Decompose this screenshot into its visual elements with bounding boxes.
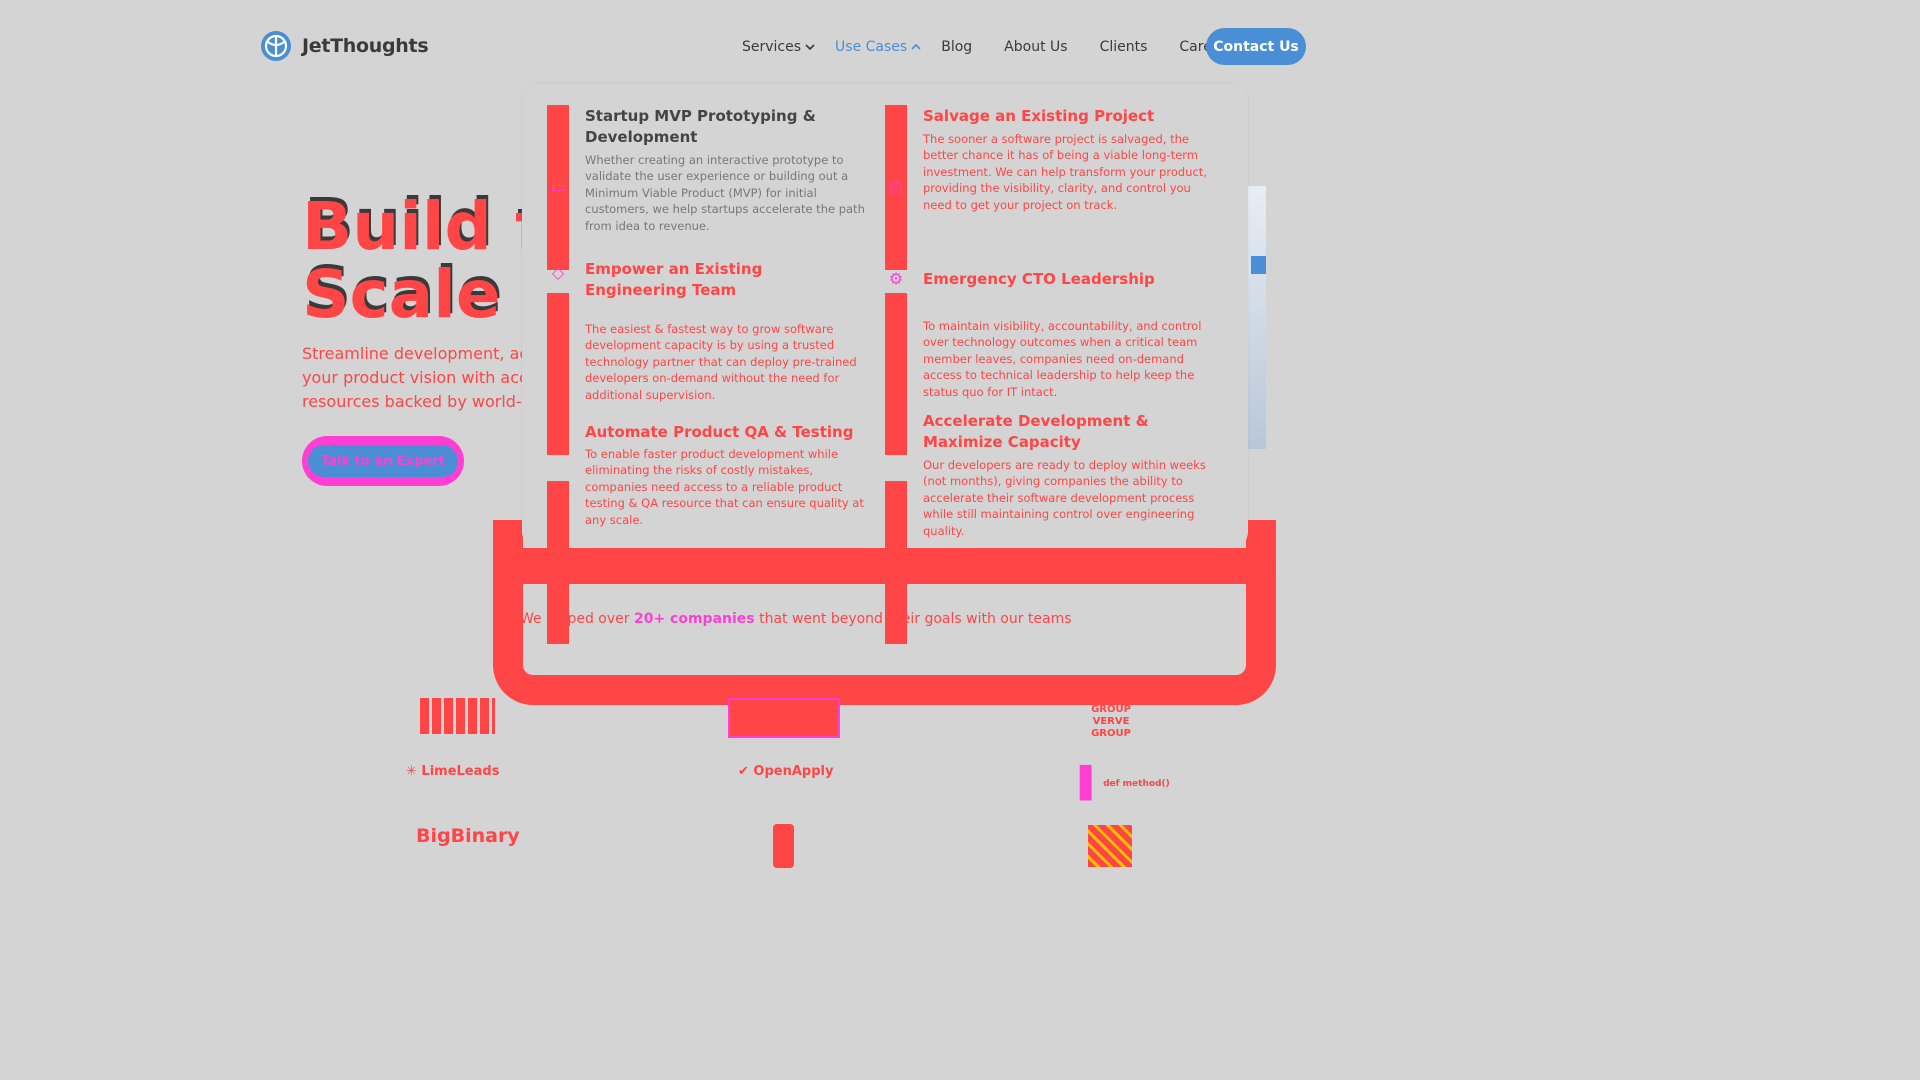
client-logo-defmethod: ▌def method() bbox=[1080, 766, 1170, 801]
nav-about-us[interactable]: About Us bbox=[982, 39, 1077, 55]
client-logo-verve: GROUP VERVE GROUP bbox=[1091, 704, 1131, 739]
chevron-up-icon bbox=[911, 43, 921, 50]
screen-icon: ▭ bbox=[550, 177, 566, 196]
use-case-title: Accelerate Development & Maximize Capaci… bbox=[923, 412, 1149, 451]
client-logo-badge-icon bbox=[728, 698, 840, 738]
use-case-title: Startup MVP Prototyping & Development bbox=[585, 107, 816, 146]
nav-use-cases-label: Use Cases bbox=[835, 38, 908, 55]
nav-services[interactable]: Services bbox=[732, 39, 825, 55]
client-logo-bigbinary: BigBinary bbox=[416, 825, 520, 847]
nav-services-label: Services bbox=[742, 38, 802, 55]
diamond-icon: ◇ bbox=[551, 263, 565, 282]
use-cases-dropdown: ▭ ◇ ◎ ⚙ Startup MVP Prototyping & Develo… bbox=[522, 83, 1248, 644]
globe-icon bbox=[261, 31, 291, 61]
use-case-marker bbox=[885, 481, 907, 644]
client-logo-limeleads: ✳ LimeLeads bbox=[406, 764, 500, 779]
hero-subtitle: Streamline development, acc your product… bbox=[302, 342, 527, 414]
talk-to-expert-button[interactable]: Talk to an Expert bbox=[302, 436, 464, 486]
use-case-description: Whether creating an interactive prototyp… bbox=[585, 153, 865, 233]
hero-title: Build fa Scale s bbox=[302, 193, 532, 333]
hero-image bbox=[1247, 186, 1266, 449]
use-case-title: Empower an Existing Engineering Team bbox=[585, 260, 763, 299]
gear-icon: ⚙ bbox=[888, 269, 904, 288]
hero-subtitle-line2: your product vision with acce bbox=[302, 368, 527, 387]
client-logo-limeleads-label: LimeLeads bbox=[421, 764, 500, 779]
use-case-description: To enable faster product development whi… bbox=[585, 447, 864, 527]
use-case-title: Automate Product QA & Testing bbox=[585, 423, 854, 441]
nav-blog[interactable]: Blog bbox=[931, 39, 982, 55]
client-logo-defmethod-label: def method() bbox=[1103, 779, 1170, 789]
use-case-description: To maintain visibility, accountability, … bbox=[923, 319, 1202, 399]
use-case-marker bbox=[547, 293, 569, 455]
clients-intro-highlight: 20+ companies bbox=[633, 611, 755, 627]
client-logo-phone-icon bbox=[773, 824, 794, 868]
hero-subtitle-line1: Streamline development, acc bbox=[302, 344, 527, 363]
use-case-marker bbox=[547, 481, 569, 644]
nav-use-cases[interactable]: Use Cases bbox=[825, 39, 931, 55]
lifebuoy-icon: ◎ bbox=[889, 177, 903, 196]
site-header: JetThoughts Services Use Cases Blog Abou… bbox=[0, 0, 1568, 92]
use-case-description: Our developers are ready to deploy withi… bbox=[923, 458, 1206, 538]
hero-title-line1: Build fa bbox=[302, 193, 532, 265]
brand-name: JetThoughts bbox=[302, 35, 429, 57]
client-logo-grid-icon bbox=[420, 698, 495, 734]
nav-clients[interactable]: Clients bbox=[1078, 39, 1158, 55]
client-logo-openapply: ✔ OpenApply bbox=[738, 764, 834, 779]
clients-intro-after: that went beyond their goals with our te… bbox=[754, 611, 1072, 627]
talk-to-expert-label: Talk to an Expert bbox=[308, 445, 458, 477]
main-nav: Services Use Cases Blog About Us Clients… bbox=[732, 28, 1243, 65]
use-case-description: The sooner a software project is salvage… bbox=[923, 132, 1207, 212]
use-case-title: Emergency CTO Leadership bbox=[923, 270, 1155, 288]
chevron-down-icon bbox=[805, 43, 815, 50]
client-logo-openapply-label: OpenApply bbox=[753, 764, 834, 779]
clients-intro-before: We helped over bbox=[520, 611, 634, 627]
contact-us-button[interactable]: Contact Us bbox=[1206, 28, 1306, 65]
clients-intro: We helped over 20+ companies that went b… bbox=[520, 611, 1072, 627]
brand-logo[interactable]: JetThoughts bbox=[260, 30, 429, 62]
use-case-title: Salvage an Existing Project bbox=[923, 107, 1155, 125]
hero-title-line2: Scale s bbox=[302, 256, 532, 333]
client-logo-pattern-icon bbox=[1088, 825, 1132, 867]
hero-subtitle-line3: resources backed by world-cl bbox=[302, 392, 527, 411]
use-case-marker bbox=[885, 293, 907, 455]
use-case-description: The easiest & fastest way to grow softwa… bbox=[585, 322, 857, 402]
